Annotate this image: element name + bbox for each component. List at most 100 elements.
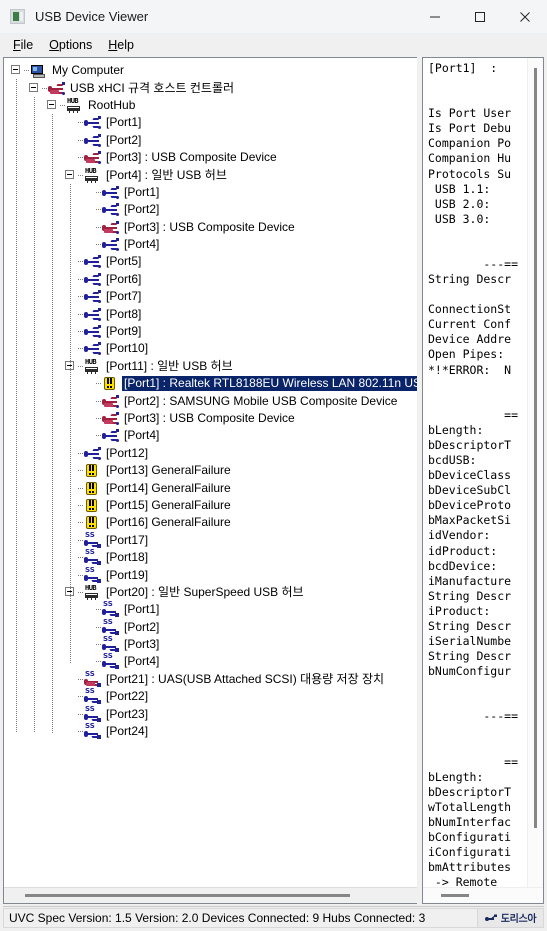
window-controls — [412, 0, 547, 33]
tree-row[interactable]: [Port6] — [4, 271, 417, 288]
superspeed-port-icon: SS — [102, 618, 119, 635]
tree-row[interactable]: SS [Port2] — [4, 618, 417, 636]
collapse-toggle[interactable] — [10, 64, 23, 77]
tree-row[interactable]: HUB [Port4] : 일반 USB 허브 — [4, 166, 417, 183]
tree-row[interactable]: [Port9] — [4, 323, 417, 340]
tree-row[interactable]: [Port4] — [4, 427, 417, 444]
tree-row-label: [Port3] : USB Composite Device — [106, 150, 277, 165]
tree-hscroll-thumb[interactable] — [25, 894, 350, 897]
tree-row[interactable]: HUB [Port11] : 일반 USB 허브 — [4, 358, 417, 375]
details-vertical-scrollbar[interactable] — [527, 58, 543, 903]
superspeed-port-icon: SS — [84, 723, 101, 740]
tree-row[interactable]: SS [Port3] — [4, 636, 417, 653]
tree-row[interactable]: [Port7] — [4, 288, 417, 305]
menu-help-rest: elp — [117, 37, 134, 52]
tree-row-label: [Port12] — [106, 445, 149, 460]
menu-item-help[interactable]: Help — [101, 36, 143, 54]
collapse-toggle[interactable] — [64, 169, 77, 182]
tree-row[interactable]: [Port14] GeneralFailure — [4, 479, 417, 496]
tree-row-label: [Port6] — [106, 271, 142, 286]
tree-row[interactable]: SS [Port4] — [4, 653, 417, 670]
tree-row-label: [Port1] — [124, 184, 160, 199]
tree-row-label: [Port3] : USB Composite Device — [124, 411, 295, 425]
tree-row[interactable]: SS [Port19] — [4, 566, 417, 583]
tree-row[interactable]: [Port2] : SAMSUNG Mobile USB Composite D… — [4, 392, 417, 409]
device-details-text[interactable]: [Port1] : Is Port User Is Port Debu Comp… — [423, 58, 543, 887]
tree-row[interactable]: [Port15] GeneralFailure — [4, 497, 417, 514]
device-tree[interactable]: My Computer USB xHCI 규격 호스트 컨트롤러 HUB RootHu… — [4, 58, 417, 887]
warning-icon — [84, 463, 101, 478]
menu-item-options[interactable]: Options — [42, 36, 101, 54]
content-area: My Computer USB xHCI 규격 호스트 컨트롤러 HUB RootHu… — [0, 55, 547, 904]
tree-row[interactable]: [Port3] : USB Composite Device — [4, 149, 417, 166]
tree-row-label: [Port1] — [106, 115, 142, 130]
tree-row[interactable]: [Port8] — [4, 305, 417, 322]
menu-bar: File Options Help — [0, 34, 547, 55]
tree-row[interactable]: SS [Port24] — [4, 723, 417, 740]
tree-row[interactable]: [Port16] GeneralFailure — [4, 514, 417, 531]
menu-file-rest: ile — [20, 37, 34, 52]
tree-row[interactable]: SS [Port17] — [4, 531, 417, 549]
tree-row[interactable]: HUB [Port20] : 일반 SuperSpeed USB 허브 — [4, 584, 417, 601]
tree-row-label: [Port16] GeneralFailure — [106, 515, 231, 530]
tree-row[interactable]: [Port1] — [4, 184, 417, 201]
minimize-button[interactable] — [412, 0, 457, 33]
tree-row[interactable]: [Port3] : USB Composite Device — [4, 219, 417, 236]
computer-icon — [30, 64, 47, 78]
tree-row[interactable]: SS [Port22] — [4, 688, 417, 705]
tree-row-label: [Port2] — [124, 202, 160, 217]
menu-item-file[interactable]: File — [6, 36, 42, 54]
tree-row[interactable]: My Computer — [4, 62, 417, 79]
tree-row-selected[interactable]: [Port1] : Realtek RTL8188EU Wireless LAN… — [4, 375, 417, 392]
status-text: UVC Spec Version: 1.5 Version: 2.0 Devic… — [3, 907, 477, 928]
usb-device-viewer-window: USB Device Viewer File Options Help My C… — [0, 0, 547, 931]
tree-row-label: [Port2] : SAMSUNG Mobile USB Composite D… — [124, 393, 398, 408]
tree-row[interactable]: [Port13] GeneralFailure — [4, 462, 417, 479]
superspeed-port-icon: SS — [102, 636, 119, 653]
tree-row-label: [Port4] — [124, 428, 160, 443]
tree-row[interactable]: [Port2] — [4, 132, 417, 149]
hub-icon: HUB — [66, 97, 83, 113]
menu-help-accel: H — [108, 37, 118, 52]
details-vscroll-thumb[interactable] — [534, 68, 537, 828]
tree-row[interactable]: SS [Port23] — [4, 705, 417, 722]
collapse-toggle[interactable] — [28, 82, 41, 95]
usb-device-icon — [102, 394, 119, 408]
superspeed-port-icon: SS — [102, 653, 119, 670]
tree-row[interactable]: [Port5] — [4, 253, 417, 270]
tree-row[interactable]: [Port10] — [4, 340, 417, 357]
close-button[interactable] — [502, 0, 547, 33]
tree-row[interactable]: SS [Port21] : UAS(USB Attached SCSI) 대용량 … — [4, 670, 417, 688]
tree-row[interactable]: [Port2] — [4, 201, 417, 218]
tree-horizontal-scrollbar[interactable] — [4, 887, 417, 903]
tree-row[interactable]: [Port12] — [4, 445, 417, 462]
tree-row[interactable]: SS [Port1] — [4, 601, 417, 618]
tree-row-label: [Port10] — [106, 341, 149, 356]
superspeed-port-icon: SS — [84, 566, 101, 583]
usb-port-icon — [84, 272, 101, 286]
tree-row[interactable]: USB xHCI 규격 호스트 컨트롤러 — [4, 79, 417, 96]
tree-row[interactable]: HUB RootHub — [4, 97, 417, 114]
details-hscroll-thumb[interactable] — [441, 894, 469, 897]
maximize-button[interactable] — [457, 0, 502, 33]
collapse-toggle[interactable] — [46, 99, 59, 112]
tree-row[interactable]: [Port4] — [4, 236, 417, 253]
details-horizontal-scrollbar[interactable] — [423, 887, 543, 903]
usb-controller-icon — [48, 81, 65, 95]
tree-row-label: USB xHCI 규격 호스트 컨트롤러 — [70, 80, 235, 95]
tree-row-label: [Port5] — [106, 254, 142, 269]
menu-options-rest: ptions — [58, 37, 93, 52]
tree-row[interactable]: [Port1] — [4, 114, 417, 131]
tree-row-label: [Port24] — [106, 724, 149, 739]
tree-row-label: [Port2] — [106, 132, 142, 147]
status-bar: UVC Spec Version: 1.5 Version: 2.0 Devic… — [3, 906, 544, 928]
superspeed-port-icon: SS — [84, 705, 101, 722]
tree-row[interactable]: SS [Port18] — [4, 549, 417, 566]
tree-row[interactable]: [Port3] : USB Composite Device — [4, 410, 417, 427]
